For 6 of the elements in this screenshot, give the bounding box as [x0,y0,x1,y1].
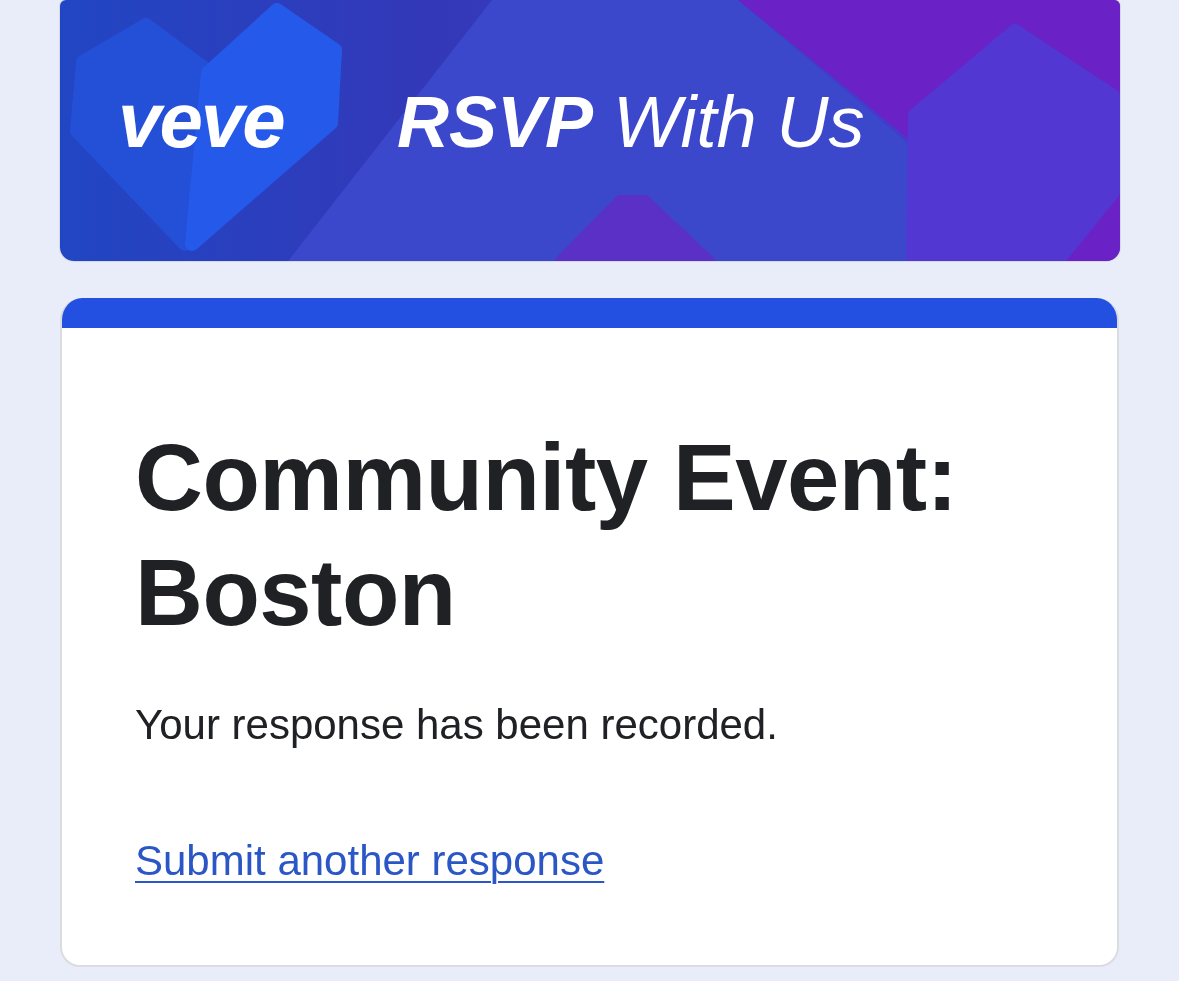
confirmation-message: Your response has been recorded. [135,700,779,750]
banner-headline: RSVP With Us [397,86,865,158]
heart-icon [70,3,342,253]
submit-another-link[interactable]: Submit another response [135,835,605,887]
logo-text: veve [118,81,284,159]
form-title: Community Event: Boston [135,424,959,647]
